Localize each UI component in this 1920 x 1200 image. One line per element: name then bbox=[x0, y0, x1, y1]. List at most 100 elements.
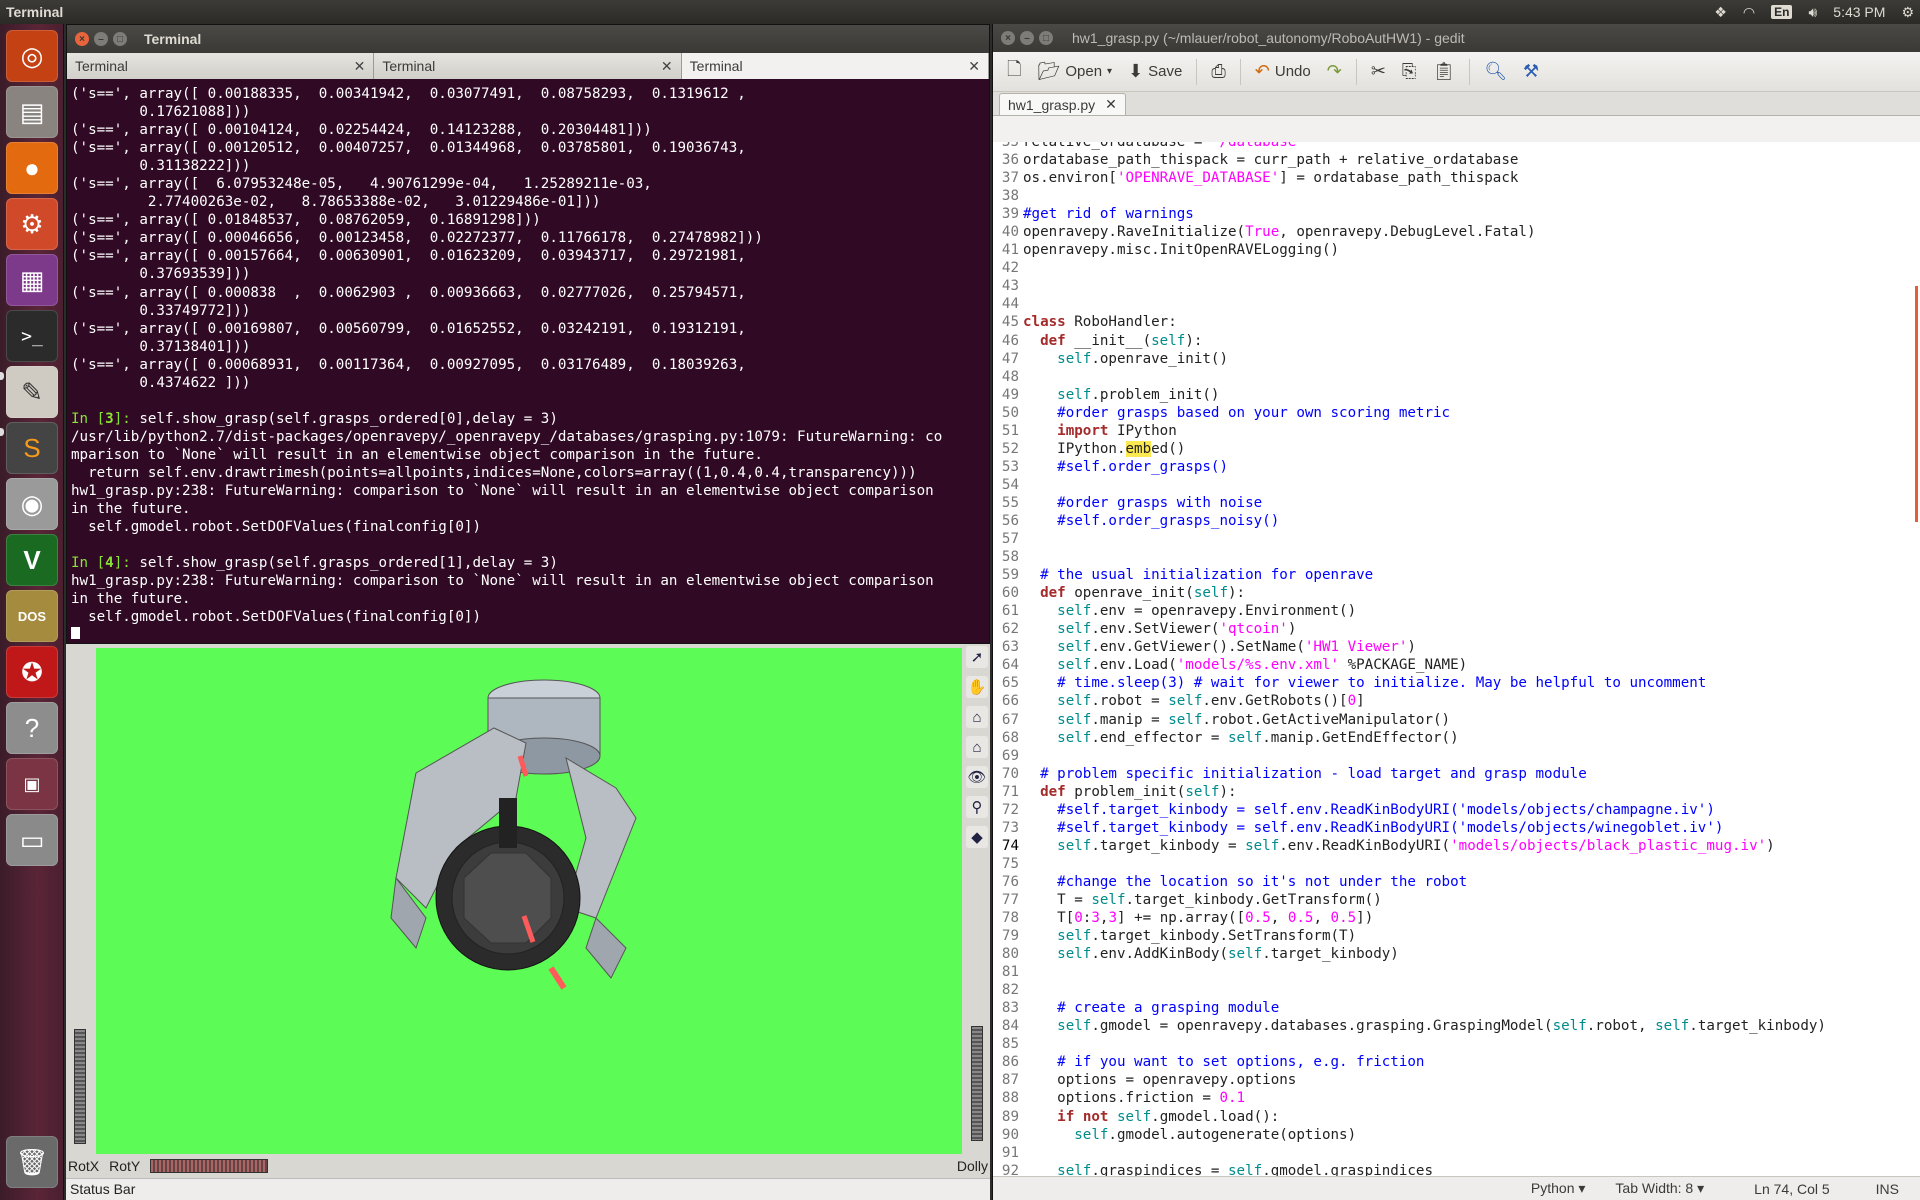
terminal-line: return self.env.drawtrimesh(points=allpo… bbox=[71, 464, 917, 481]
terminal-line: hw1_grasp.py:238: FutureWarning: compari… bbox=[71, 483, 934, 500]
close-tab-icon[interactable]: ✕ bbox=[968, 58, 980, 75]
close-tab-icon[interactable]: ✕ bbox=[1105, 96, 1117, 113]
code-text: self.env.AddKinBody(self.target_kinbody) bbox=[1057, 946, 1399, 963]
code-line: 81 bbox=[993, 963, 1920, 981]
files-icon[interactable]: ▤ bbox=[6, 86, 58, 138]
disk-drive-icon[interactable]: ▭ bbox=[6, 814, 58, 866]
undo-button[interactable]: ↶ Undo bbox=[1249, 57, 1317, 86]
close-icon[interactable]: × bbox=[1001, 31, 1015, 45]
copy-button[interactable]: ⎘ bbox=[1396, 57, 1422, 86]
terminal-tab-active[interactable]: Terminal ✕ bbox=[681, 53, 989, 79]
line-number: 75 bbox=[1001, 855, 1019, 872]
rotx-wheel[interactable] bbox=[74, 1029, 86, 1144]
active-app-name: Terminal bbox=[6, 4, 64, 20]
line-number: 47 bbox=[1001, 350, 1019, 367]
workspace-switcher-icon[interactable]: ▣ bbox=[6, 758, 58, 810]
code-editor[interactable]: 35 relative_ordatabase = '/database' 36 ord… bbox=[993, 142, 1920, 1196]
replace-button[interactable]: ⚒ bbox=[1517, 57, 1545, 86]
clock[interactable]: 5:43 PM bbox=[1833, 4, 1885, 20]
help-icon[interactable]: ? bbox=[6, 702, 58, 754]
vim-icon[interactable]: V bbox=[6, 534, 58, 586]
line-number: 52 bbox=[1001, 440, 1019, 457]
tab-width-selector[interactable]: Tab Width: 8 ▾ bbox=[1615, 1180, 1704, 1197]
top-panel: Terminal ❖ ◠ En 🔊︎ 5:43 PM ⚙ bbox=[0, 0, 1920, 24]
terminal-tab[interactable]: Terminal ✕ bbox=[374, 53, 682, 79]
dosbox-icon[interactable]: DOS bbox=[6, 590, 58, 642]
home-icon[interactable]: ⌂ bbox=[966, 706, 988, 728]
minimize-icon[interactable]: – bbox=[94, 32, 108, 46]
gear-icon[interactable]: ⚙ bbox=[1901, 4, 1914, 21]
terminal-icon[interactable]: >_ bbox=[6, 310, 58, 362]
view-all-icon[interactable]: 👁︎ bbox=[966, 766, 988, 788]
line-number: 40 bbox=[1001, 224, 1019, 241]
code-line: 61 self.env = openravepy.Environment() bbox=[993, 602, 1920, 620]
scrollbar-thumb[interactable] bbox=[1915, 286, 1918, 522]
new-document-button[interactable]: 🗋 bbox=[1001, 53, 1027, 91]
document-tab[interactable]: hw1_grasp.py ✕ bbox=[999, 93, 1126, 115]
terminal-tab[interactable]: Terminal ✕ bbox=[67, 53, 375, 79]
line-number: 62 bbox=[1001, 621, 1019, 638]
code-line: 80 self.env.AddKinBody(self.target_kinbo… bbox=[993, 945, 1920, 963]
redo-button[interactable]: ↷ bbox=[1321, 57, 1348, 86]
paste-button[interactable]: 📋︎ bbox=[1426, 57, 1461, 86]
maximize-icon[interactable]: □ bbox=[1039, 31, 1053, 45]
pdf-reader-icon[interactable]: ✪ bbox=[6, 646, 58, 698]
perspective-icon[interactable]: ◆ bbox=[966, 826, 988, 848]
terminal-output[interactable]: ('s==', array([ 0.00188335, 0.00341942, … bbox=[67, 79, 989, 639]
roty-wheel[interactable] bbox=[150, 1159, 269, 1173]
maximize-icon[interactable]: □ bbox=[113, 32, 127, 46]
code-line: 91 bbox=[993, 1144, 1920, 1162]
pan-hand-icon[interactable]: ✋ bbox=[966, 676, 988, 698]
chevron-down-icon[interactable]: ▾ bbox=[1107, 66, 1112, 77]
line-number: 71 bbox=[1001, 783, 1019, 800]
line-number: 81 bbox=[1001, 964, 1019, 981]
seek-icon[interactable]: ⚲ bbox=[966, 796, 988, 818]
close-tab-icon[interactable]: ✕ bbox=[661, 58, 673, 75]
minimize-icon[interactable]: – bbox=[1020, 31, 1034, 45]
terminal-line: ('s==', array([ 0.00157664, 0.00630901, … bbox=[71, 248, 746, 265]
code-line: 38 bbox=[993, 187, 1920, 205]
3d-viewport[interactable] bbox=[96, 648, 962, 1154]
openrave-viewer: ➚ ✋ ⌂ ⌂ 👁︎ ⚲ ◆ RotX RotY Dolly bbox=[66, 644, 990, 1190]
line-number: 80 bbox=[1001, 946, 1019, 963]
code-text: self.target_kinbody = self.env.ReadKinBo… bbox=[1057, 837, 1775, 854]
save-button[interactable]: ⬇ Save bbox=[1122, 57, 1188, 86]
code-line: 50 #order grasps based on your own scori… bbox=[993, 404, 1920, 422]
find-button[interactable]: 🔍︎ bbox=[1478, 57, 1513, 86]
set-home-icon[interactable]: ⌂ bbox=[966, 736, 988, 758]
dolly-wheel[interactable] bbox=[971, 1026, 983, 1141]
code-line: 71 def problem_init(self): bbox=[993, 783, 1920, 801]
keyboard-layout-indicator[interactable]: En bbox=[1771, 5, 1793, 19]
trash-icon[interactable]: 🗑︎ bbox=[6, 1136, 58, 1188]
line-number: 84 bbox=[1001, 1018, 1019, 1035]
camera-icon[interactable]: ◉ bbox=[6, 478, 58, 530]
code-line: 86 # if you want to set options, e.g. fr… bbox=[993, 1053, 1920, 1071]
close-tab-icon[interactable]: ✕ bbox=[354, 58, 366, 75]
workspaces-icon[interactable]: ▦ bbox=[6, 254, 58, 306]
code-line: 73 #self.target_kinbody = self.env.ReadK… bbox=[993, 819, 1920, 837]
tab-label: Terminal bbox=[382, 58, 436, 74]
prompt-label: In [ bbox=[71, 555, 106, 572]
line-number: 78 bbox=[1001, 910, 1019, 927]
ubuntu-dash-icon[interactable]: ◎ bbox=[6, 30, 58, 82]
close-icon[interactable]: × bbox=[75, 32, 89, 46]
print-button[interactable]: ⎙ bbox=[1205, 57, 1231, 86]
select-arrow-icon[interactable]: ➚ bbox=[966, 646, 988, 668]
prompt-close: ]: bbox=[113, 555, 140, 572]
volume-icon[interactable]: 🔊︎ bbox=[1808, 4, 1817, 21]
open-label: Open bbox=[1065, 63, 1103, 80]
language-selector[interactable]: Python ▾ bbox=[1531, 1180, 1586, 1197]
sublime-text-icon[interactable]: S bbox=[6, 422, 58, 474]
wifi-icon[interactable]: ◠ bbox=[1743, 4, 1755, 21]
text-editor-icon[interactable]: ✎ bbox=[6, 366, 58, 418]
open-button[interactable]: 📂︎ Open ▾ bbox=[1031, 57, 1118, 86]
code-text: # if you want to set options, e.g. frict… bbox=[1057, 1054, 1425, 1071]
code-line: 44 bbox=[993, 295, 1920, 313]
command-text: self.show_grasp(self.grasps_ordered[0],d… bbox=[139, 410, 558, 427]
dropbox-icon[interactable]: ❖ bbox=[1714, 4, 1727, 21]
system-settings-icon[interactable]: ⚙ bbox=[6, 198, 58, 250]
firefox-icon[interactable]: ● bbox=[6, 142, 58, 194]
prompt-label: In [ bbox=[71, 410, 106, 427]
cut-button[interactable]: ✂ bbox=[1365, 57, 1392, 86]
tab-width-label: Tab Width: 8 bbox=[1615, 1180, 1694, 1196]
